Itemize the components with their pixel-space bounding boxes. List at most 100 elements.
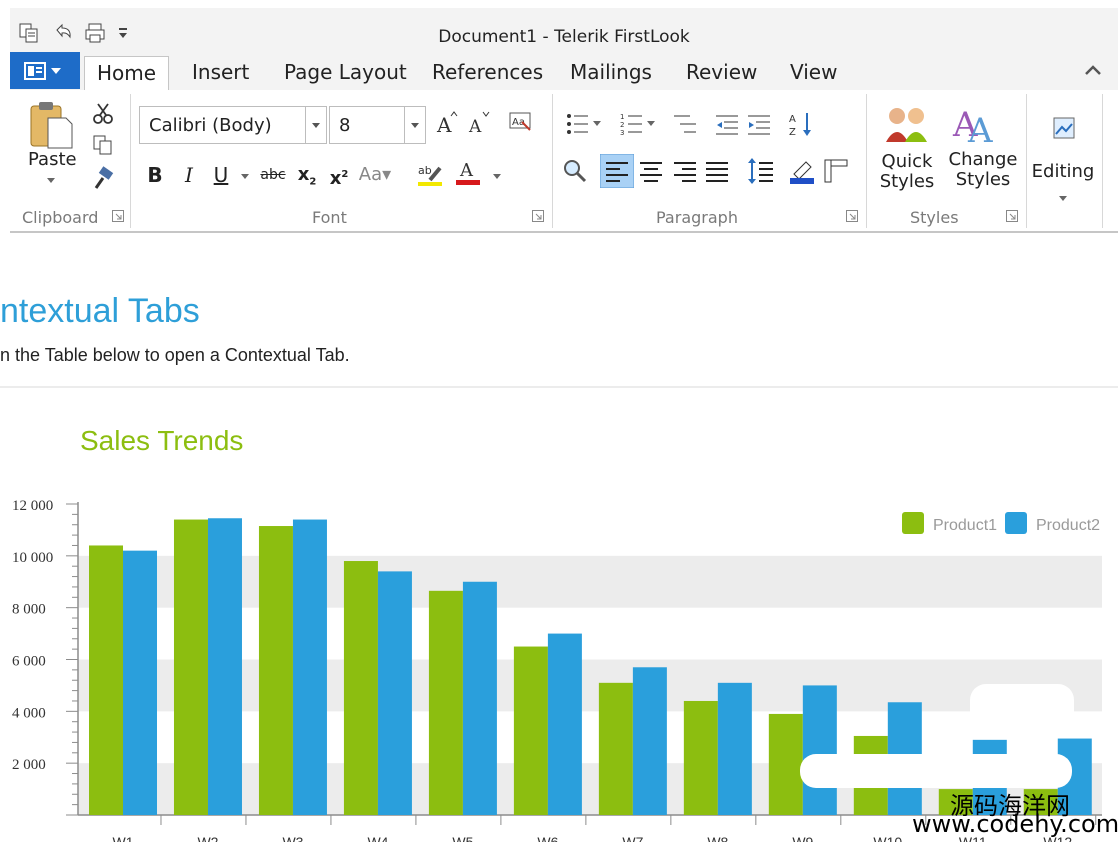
grow-font-icon[interactable]: A <box>436 110 458 136</box>
superscript-button[interactable]: x2 <box>326 160 352 190</box>
italic-button[interactable]: I <box>176 160 202 190</box>
tab-mailings[interactable]: Mailings <box>558 56 664 89</box>
decrease-indent-icon[interactable] <box>714 112 740 136</box>
line-spacing-icon[interactable] <box>746 156 774 186</box>
title-bar: Document1 - Telerik FirstLook <box>10 8 1118 52</box>
quick-styles-button[interactable]: Quick Styles <box>872 152 942 192</box>
bar-product2-w2 <box>207 518 242 815</box>
font-color-icon[interactable]: A <box>454 158 482 188</box>
change-styles-icon[interactable]: A A <box>950 102 1000 146</box>
paste-button[interactable]: Paste <box>28 150 77 170</box>
x-tick-label: W6 <box>537 834 558 842</box>
editing-dropdown-icon[interactable] <box>1058 194 1068 202</box>
svg-text:Z: Z <box>789 127 796 138</box>
copy-format-icon[interactable] <box>92 134 114 156</box>
x-tick-label: W5 <box>452 834 473 842</box>
svg-text:A: A <box>436 113 452 136</box>
x-tick-label: W2 <box>197 834 218 842</box>
x-tick-label: W10 <box>873 834 902 842</box>
bold-button[interactable]: B <box>142 160 168 190</box>
group-separator <box>552 94 553 228</box>
collapse-ribbon-icon[interactable] <box>1084 62 1102 78</box>
tab-home[interactable]: Home <box>84 56 170 91</box>
highlight-icon[interactable]: ab <box>416 160 444 188</box>
change-styles-button[interactable]: Change Styles <box>948 150 1018 190</box>
bar-product1-w7 <box>598 682 633 815</box>
font-color-dropdown-icon[interactable] <box>492 172 502 180</box>
sort-icon[interactable]: AZ <box>788 110 814 138</box>
svg-text:A: A <box>468 117 482 136</box>
y-tick-label: 8 000 <box>12 602 46 618</box>
font-family-combo[interactable]: Calibri (Body) <box>139 106 327 144</box>
strikethrough-button[interactable]: abc <box>256 160 290 190</box>
bar-product2-w5 <box>462 581 497 815</box>
underline-dropdown-icon[interactable] <box>240 172 250 180</box>
align-right-icon[interactable] <box>672 158 698 184</box>
font-launcher-icon[interactable] <box>532 210 544 222</box>
justify-icon[interactable] <box>704 158 730 184</box>
tab-review[interactable]: Review <box>674 56 769 89</box>
format-painter-icon[interactable] <box>90 166 116 192</box>
bar-product2-w6 <box>547 633 582 815</box>
bar-product2-w3 <box>292 519 327 815</box>
clear-formatting-icon[interactable]: Aa <box>508 110 534 134</box>
x-tick-label: W8 <box>707 834 728 842</box>
subscript-button[interactable]: x2 <box>294 160 320 190</box>
group-separator <box>866 94 867 228</box>
editing-button[interactable]: Editing <box>1030 162 1096 182</box>
svg-text:A: A <box>967 111 993 146</box>
cut-icon[interactable] <box>92 102 114 124</box>
numbering-icon[interactable]: 123 <box>620 112 656 136</box>
quick-styles-icon[interactable] <box>882 104 932 146</box>
x-tick-label: W3 <box>282 834 303 842</box>
styles-launcher-icon[interactable] <box>1006 210 1018 222</box>
legend-label-product2: Product2 <box>1036 517 1100 534</box>
font-group-label: Font <box>312 208 347 227</box>
editing-icon[interactable] <box>1052 116 1076 140</box>
align-left-icon[interactable] <box>600 154 634 188</box>
multilevel-list-icon[interactable] <box>672 112 698 136</box>
watermark-url: www.codehy.com <box>912 810 1118 838</box>
increase-indent-icon[interactable] <box>746 112 772 136</box>
svg-text:A: A <box>789 114 796 125</box>
shading-icon[interactable] <box>788 156 816 186</box>
font-size-combo[interactable]: 8 <box>329 106 426 144</box>
shrink-font-icon[interactable]: A <box>468 110 490 136</box>
font-family-value: Calibri (Body) <box>149 115 272 136</box>
paste-icon[interactable] <box>28 100 74 150</box>
bar-product1-w6 <box>513 646 548 815</box>
paragraph-group-label: Paragraph <box>656 208 738 227</box>
show-ruler-icon[interactable] <box>822 156 850 186</box>
bar-product1-w8 <box>683 700 718 815</box>
bar-product1-w5 <box>428 590 463 815</box>
redaction-patch <box>800 754 1072 788</box>
font-size-value: 8 <box>339 115 351 136</box>
bar-product2-w8 <box>717 682 752 815</box>
tab-view[interactable]: View <box>778 56 849 89</box>
paste-dropdown-icon[interactable] <box>46 176 56 184</box>
align-center-icon[interactable] <box>638 158 664 184</box>
y-tick-label: 2 000 <box>12 757 46 773</box>
application-menu-button[interactable] <box>10 52 80 89</box>
bar-product1-w4 <box>343 561 378 815</box>
clipboard-launcher-icon[interactable] <box>112 210 124 222</box>
tab-page-layout[interactable]: Page Layout <box>272 56 419 89</box>
window-title: Document1 - Telerik FirstLook <box>438 27 690 47</box>
change-case-button[interactable]: Aa▾ <box>356 160 394 190</box>
tab-references[interactable]: References <box>420 56 555 89</box>
underline-button[interactable]: U <box>208 160 234 190</box>
bullets-icon[interactable] <box>566 112 602 136</box>
svg-text:3: 3 <box>620 129 624 136</box>
clipboard-group-label: Clipboard <box>22 208 99 227</box>
svg-text:2: 2 <box>620 121 624 129</box>
document-subtitle: n the Table below to open a Contextual T… <box>0 345 350 365</box>
paragraph-launcher-icon[interactable] <box>846 210 858 222</box>
tab-insert[interactable]: Insert <box>180 56 261 89</box>
svg-text:A: A <box>459 160 474 181</box>
bar-product2-w1 <box>123 550 157 815</box>
chevron-down-icon[interactable] <box>404 107 425 143</box>
find-icon[interactable] <box>562 158 588 184</box>
chevron-down-icon[interactable] <box>305 107 326 143</box>
legend-label-product1: Product1 <box>933 517 997 534</box>
ribbon: Paste Clipboard Calibri (Body) 8 A A Aa … <box>10 90 1118 233</box>
